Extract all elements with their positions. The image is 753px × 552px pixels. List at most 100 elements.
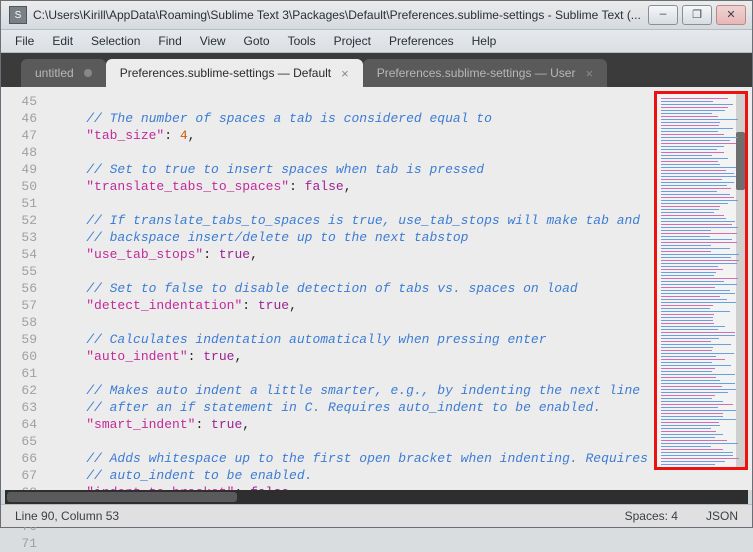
maximize-button[interactable]: ❐ <box>682 5 712 25</box>
code-line <box>55 365 654 382</box>
minimap-line <box>661 185 727 186</box>
minimap-line <box>661 260 739 261</box>
code-area[interactable]: // The number of spaces a tab is conside… <box>45 87 654 490</box>
minimap-line <box>661 350 712 351</box>
minimap-line <box>661 278 738 279</box>
minimap-line <box>661 281 724 282</box>
minimap-scrollbar[interactable] <box>736 94 745 467</box>
syntax-mode[interactable]: JSON <box>706 509 738 523</box>
minimap-line <box>661 338 719 339</box>
minimap-line <box>661 317 713 318</box>
close-button[interactable]: ✕ <box>716 5 746 25</box>
minimap-line <box>661 308 710 309</box>
code-line: "translate_tabs_to_spaces": false, <box>55 178 654 195</box>
minimap-line <box>661 434 723 435</box>
minimap-line <box>661 467 711 468</box>
minimap-line <box>661 248 730 249</box>
code-line: // The number of spaces a tab is conside… <box>55 110 654 127</box>
minimap-line <box>661 287 715 288</box>
minimap-line <box>661 284 737 285</box>
indent-mode[interactable]: Spaces: 4 <box>625 509 678 523</box>
minimap-line <box>661 275 714 276</box>
minimap-line <box>661 416 723 417</box>
minimap-line <box>661 179 722 180</box>
minimap-line <box>661 128 733 129</box>
code-line: "detect_indentation": true, <box>55 297 654 314</box>
minimap-line <box>661 458 739 459</box>
menu-project[interactable]: Project <box>326 32 379 50</box>
minimap-scroll-thumb[interactable] <box>736 132 745 190</box>
code-line: // auto_indent to be enabled. <box>55 467 654 484</box>
minimap-line <box>661 206 720 207</box>
minimap-line <box>661 197 734 198</box>
minimap-line <box>661 386 722 387</box>
close-tab-icon[interactable]: × <box>585 66 593 81</box>
code-line: // backspace insert/delete up to the nex… <box>55 229 654 246</box>
minimap-line <box>661 392 728 393</box>
titlebar[interactable]: S C:\Users\Kirill\AppData\Roaming\Sublim… <box>1 1 752 30</box>
minimap-line <box>661 104 733 105</box>
minimap-line <box>661 212 714 213</box>
minimap[interactable] <box>654 91 748 470</box>
menu-preferences[interactable]: Preferences <box>381 32 462 50</box>
minimap-line <box>661 188 731 189</box>
minimap-line <box>661 374 735 375</box>
minimap-line <box>661 164 720 165</box>
menu-help[interactable]: Help <box>464 32 505 50</box>
menu-tools[interactable]: Tools <box>280 32 324 50</box>
minimap-line <box>661 116 718 117</box>
minimap-line <box>661 302 736 303</box>
minimap-line <box>661 251 711 252</box>
code-line <box>55 433 654 450</box>
menu-goto[interactable]: Goto <box>236 32 278 50</box>
code-line: // Adds whitespace up to the first open … <box>55 450 654 467</box>
close-tab-icon[interactable]: × <box>341 66 349 81</box>
minimap-line <box>661 125 719 126</box>
minimap-line <box>661 173 734 174</box>
minimap-line <box>661 272 716 273</box>
minimap-line <box>661 266 718 267</box>
minimap-line <box>661 440 727 441</box>
horizontal-scrollbar[interactable] <box>5 490 748 504</box>
minimap-line <box>661 230 711 231</box>
code-line: // Set to false to disable detection of … <box>55 280 654 297</box>
minimap-line <box>661 320 713 321</box>
menu-edit[interactable]: Edit <box>44 32 81 50</box>
code-line: // If translate_tabs_to_spaces is true, … <box>55 212 654 229</box>
menu-file[interactable]: File <box>7 32 42 50</box>
line-gutter: 45 46 47 48 49 50 51 52 53 54 55 56 57 5… <box>1 87 45 490</box>
code-line: "smart_indent": true, <box>55 416 654 433</box>
minimap-line <box>661 296 720 297</box>
minimap-line <box>661 332 735 333</box>
minimap-line <box>661 413 723 414</box>
statusbar: Line 90, Column 53 Spaces: 4 JSON <box>1 504 752 527</box>
minimap-line <box>661 263 737 264</box>
minimap-line <box>661 443 738 444</box>
tab-2[interactable]: Preferences.sublime-settings — User× <box>363 59 607 87</box>
minimap-line <box>661 245 711 246</box>
minimap-line <box>661 203 728 204</box>
minimap-line <box>661 455 733 456</box>
horizontal-scroll-thumb[interactable] <box>7 492 237 502</box>
code-line: // after an if statement in C. Requires … <box>55 399 654 416</box>
minimap-line <box>661 449 723 450</box>
menu-find[interactable]: Find <box>150 32 189 50</box>
minimap-line <box>661 236 710 237</box>
minimap-line <box>661 224 732 225</box>
tab-0[interactable]: untitled <box>21 59 106 87</box>
minimap-line <box>661 215 724 216</box>
minimap-line <box>661 155 712 156</box>
minimap-line <box>661 428 711 429</box>
tab-1[interactable]: Preferences.sublime-settings — Default× <box>106 59 363 87</box>
menu-view[interactable]: View <box>192 32 234 50</box>
minimap-line <box>661 137 738 138</box>
minimap-line <box>661 290 730 291</box>
minimize-button[interactable]: — <box>648 5 678 25</box>
app-window: S C:\Users\Kirill\AppData\Roaming\Sublim… <box>0 0 753 528</box>
minimap-line <box>661 362 712 363</box>
menu-selection[interactable]: Selection <box>83 32 148 50</box>
minimap-line <box>661 98 728 99</box>
minimap-line <box>661 314 714 315</box>
minimap-line <box>661 446 711 447</box>
minimap-line <box>661 431 716 432</box>
